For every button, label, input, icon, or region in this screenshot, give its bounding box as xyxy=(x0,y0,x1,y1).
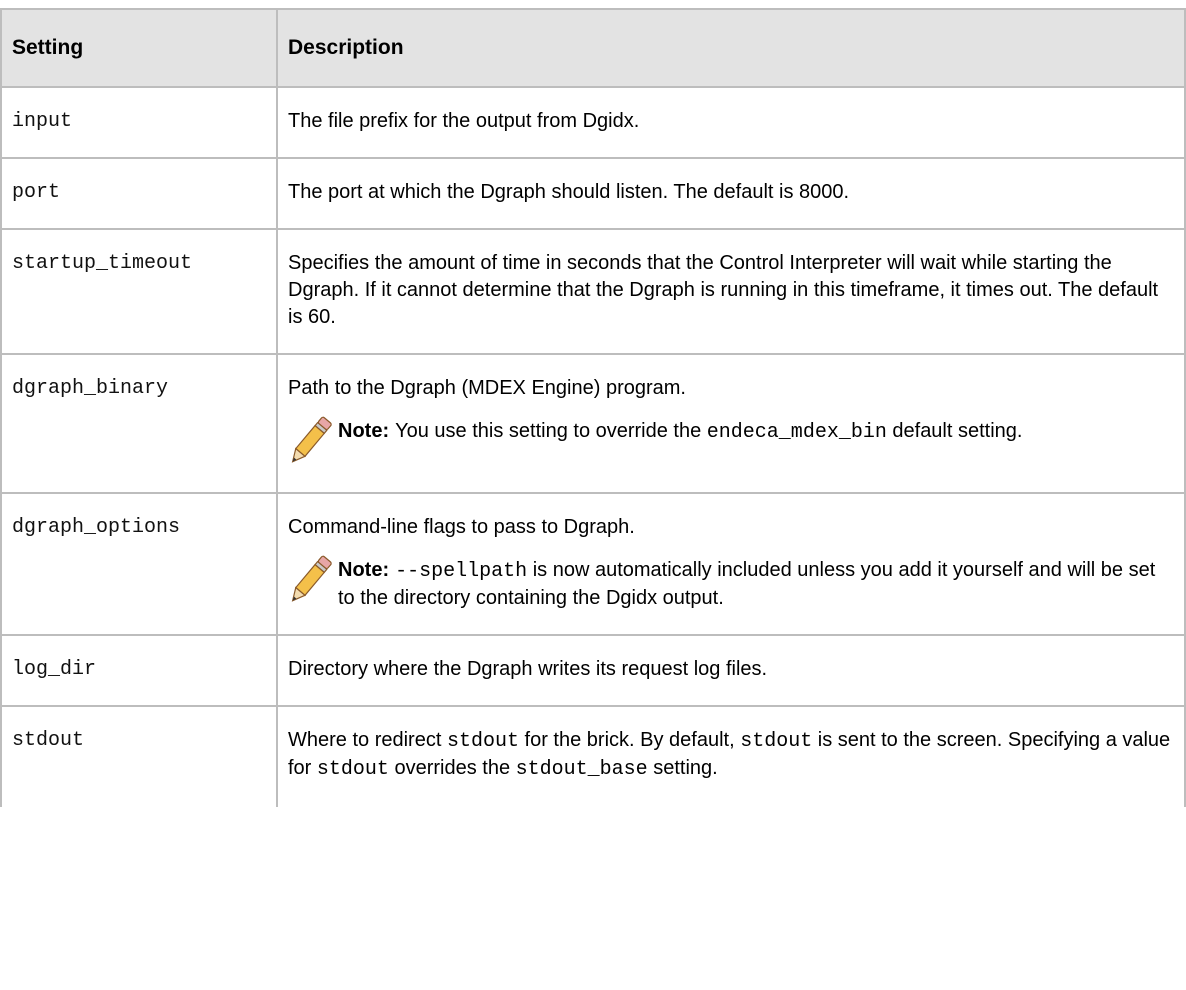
setting-description-cell: Command-line flags to pass to Dgraph. No… xyxy=(276,492,1186,636)
table-row: dgraph_binary Path to the Dgraph (MDEX E… xyxy=(0,353,1186,494)
pencil-icon xyxy=(291,555,332,602)
code-stdout: stdout xyxy=(740,730,813,753)
code-stdout-base: stdout_base xyxy=(515,758,648,781)
setting-name: stdout xyxy=(0,705,278,807)
note-text: Note: --spellpath is now automatically in… xyxy=(338,557,1174,612)
settings-table: Setting Description input The file prefi… xyxy=(0,8,1186,807)
setting-description: Directory where the Dgraph writes its re… xyxy=(276,634,1186,707)
setting-description: Specifies the amount of time in seconds … xyxy=(276,228,1186,355)
note-label: Note: xyxy=(338,559,390,581)
table-header-row: Setting Description xyxy=(0,8,1186,88)
text-part: for the brick. By default, xyxy=(518,729,741,751)
setting-description: Path to the Dgraph (MDEX Engine) program… xyxy=(288,377,686,399)
note-block: Note: You use this setting to override th… xyxy=(288,416,1174,470)
setting-description: The file prefix for the output from Dgid… xyxy=(276,86,1186,159)
note-text: Note: You use this setting to override th… xyxy=(338,418,1174,446)
setting-name: startup_timeout xyxy=(0,228,278,355)
table-row: startup_timeout Specifies the amount of … xyxy=(0,228,1186,355)
note-text-pre: You use this setting to override the xyxy=(395,420,707,442)
note-label: Note: xyxy=(338,420,390,442)
text-part: overrides the xyxy=(388,757,516,779)
setting-name: dgraph_binary xyxy=(0,353,278,494)
code-stdout: stdout xyxy=(316,758,389,781)
header-description: Description xyxy=(276,8,1186,88)
note-block: Note: --spellpath is now automatically in… xyxy=(288,555,1174,612)
setting-name: dgraph_options xyxy=(0,492,278,636)
text-part: setting. xyxy=(647,757,718,779)
code-spellpath: --spellpath xyxy=(395,560,528,583)
table-row: stdout Where to redirect stdout for the … xyxy=(0,705,1186,807)
note-text-post: default setting. xyxy=(886,420,1023,442)
setting-description-cell: Path to the Dgraph (MDEX Engine) program… xyxy=(276,353,1186,494)
text-part: Where to redirect xyxy=(288,729,447,751)
header-setting: Setting xyxy=(0,8,278,88)
table-row: log_dir Directory where the Dgraph write… xyxy=(0,634,1186,707)
setting-description: Command-line flags to pass to Dgraph. xyxy=(288,516,635,538)
setting-name: log_dir xyxy=(0,634,278,707)
pencil-icon xyxy=(291,416,332,463)
code-endeca-mdex-bin: endeca_mdex_bin xyxy=(706,421,887,444)
setting-description: Where to redirect stdout for the brick. … xyxy=(276,705,1186,807)
table-row: input The file prefix for the output fro… xyxy=(0,86,1186,159)
setting-description: The port at which the Dgraph should list… xyxy=(276,157,1186,230)
setting-name: input xyxy=(0,86,278,159)
table-row: port The port at which the Dgraph should… xyxy=(0,157,1186,230)
table-row: dgraph_options Command-line flags to pas… xyxy=(0,492,1186,636)
setting-name: port xyxy=(0,157,278,230)
code-stdout: stdout xyxy=(446,730,519,753)
